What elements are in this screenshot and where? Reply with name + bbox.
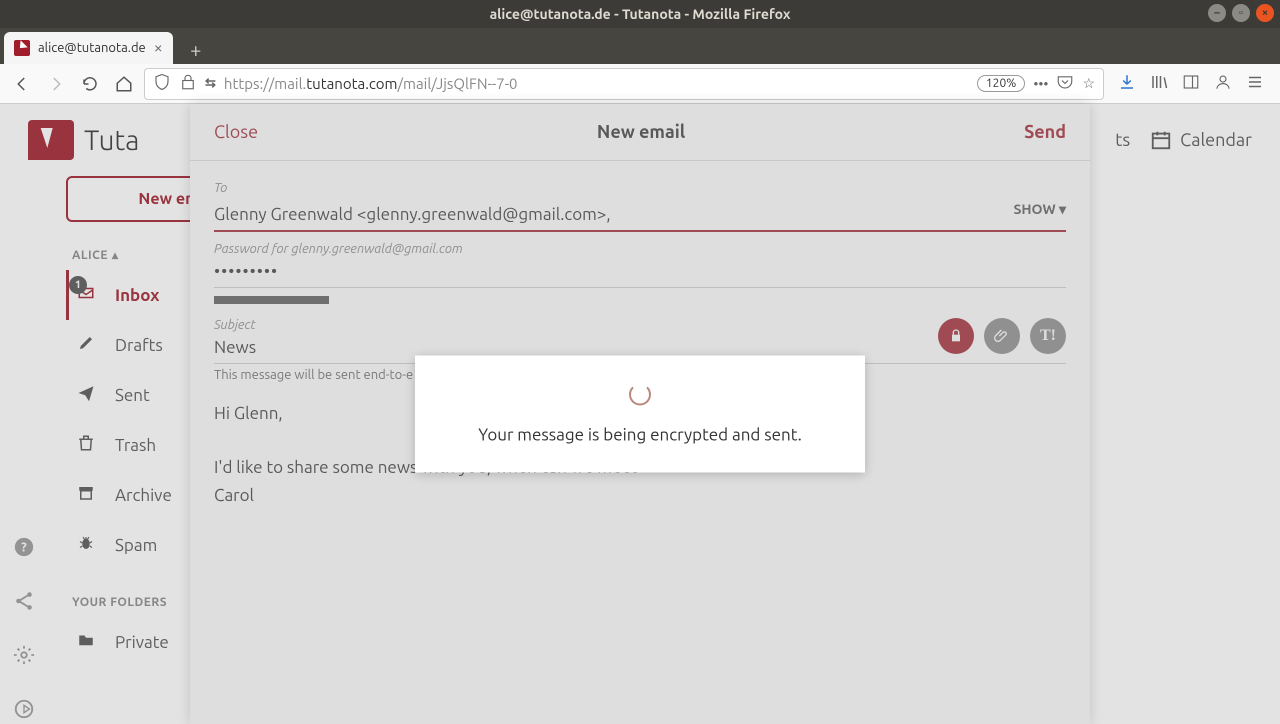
url-bar[interactable]: ⇆ https://mail.tutanota.com/mail/JjsQlFN… xyxy=(144,68,1104,100)
tab-strip: alice@tutanota.de × + xyxy=(0,28,1280,64)
window-controls: – ▫ × xyxy=(1208,4,1274,22)
maximize-button[interactable]: ▫ xyxy=(1232,4,1250,22)
permissions-icon[interactable]: ⇆ xyxy=(205,76,216,91)
logo-text: Tuta xyxy=(84,125,139,156)
zoom-badge[interactable]: 120% xyxy=(977,75,1025,92)
folder-label: Inbox xyxy=(115,286,159,305)
paper-plane-icon xyxy=(77,384,99,406)
tab-close-icon[interactable]: × xyxy=(154,39,163,57)
folder-label: Drafts xyxy=(115,336,163,355)
trash-icon xyxy=(77,434,99,456)
folder-label: Archive xyxy=(115,486,172,505)
header-nav: ts Calendar xyxy=(1115,129,1252,151)
share-icon[interactable] xyxy=(13,590,35,616)
pocket-icon[interactable] xyxy=(1056,73,1074,94)
downloads-icon[interactable] xyxy=(1118,73,1136,95)
bug-icon xyxy=(77,534,99,556)
new-tab-button[interactable]: + xyxy=(181,34,211,64)
folder-icon xyxy=(77,631,99,653)
back-button[interactable] xyxy=(8,70,36,98)
forward-button[interactable] xyxy=(42,70,70,98)
folder-label: Private xyxy=(115,633,169,652)
calendar-link[interactable]: Calendar xyxy=(1150,129,1252,151)
svg-text:?: ? xyxy=(21,541,27,555)
app-logo[interactable]: Tuta xyxy=(28,120,139,160)
shield-icon[interactable] xyxy=(153,73,171,94)
reload-button[interactable] xyxy=(76,70,104,98)
close-window-button[interactable]: × xyxy=(1256,4,1274,22)
library-icon[interactable] xyxy=(1150,73,1168,95)
logo-mark-icon xyxy=(28,120,74,160)
tab-title: alice@tutanota.de xyxy=(38,41,146,55)
folder-label: Trash xyxy=(115,436,156,455)
window-title: alice@tutanota.de - Tutanota - Mozilla F… xyxy=(490,6,791,22)
sending-message: Your message is being encrypted and sent… xyxy=(443,426,837,445)
browser-toolbar: ⇆ https://mail.tutanota.com/mail/JjsQlFN… xyxy=(0,64,1280,104)
lock-icon[interactable] xyxy=(179,73,197,94)
help-icon[interactable]: ? xyxy=(13,536,35,562)
browser-tab[interactable]: alice@tutanota.de × xyxy=(4,32,173,64)
folder-label: Sent xyxy=(115,386,150,405)
folder-label: Spam xyxy=(115,536,157,555)
sending-dialog: Your message is being encrypted and sent… xyxy=(415,356,865,473)
account-icon[interactable] xyxy=(1214,73,1232,95)
logout-icon[interactable] xyxy=(13,698,35,724)
chevron-up-icon: ▴ xyxy=(112,248,119,262)
compose-modal: Close New email Send To Glenny Greenwald… xyxy=(190,104,1090,724)
archive-icon xyxy=(77,484,99,506)
minimize-button[interactable]: – xyxy=(1208,4,1226,22)
toolbar-right xyxy=(1110,73,1272,95)
sidebar-toggle-icon[interactable] xyxy=(1182,73,1200,95)
app-page: Tuta ts Calendar ? xyxy=(0,104,1280,724)
os-titlebar: alice@tutanota.de - Tutanota - Mozilla F… xyxy=(0,0,1280,28)
spinner-icon xyxy=(629,384,651,406)
bookmark-star-icon[interactable]: ☆ xyxy=(1082,75,1095,92)
settings-gear-icon[interactable] xyxy=(13,644,35,670)
contacts-link[interactable]: ts xyxy=(1115,130,1130,150)
home-button[interactable] xyxy=(110,70,138,98)
tab-favicon xyxy=(14,40,30,56)
unread-badge: 1 xyxy=(69,276,87,294)
pencil-icon xyxy=(77,334,99,356)
left-gutter: ? xyxy=(0,176,48,724)
url-text: https://mail.tutanota.com/mail/JjsQlFN--… xyxy=(224,75,518,92)
menu-icon[interactable] xyxy=(1246,73,1264,95)
page-actions-icon[interactable]: ••• xyxy=(1033,76,1048,92)
